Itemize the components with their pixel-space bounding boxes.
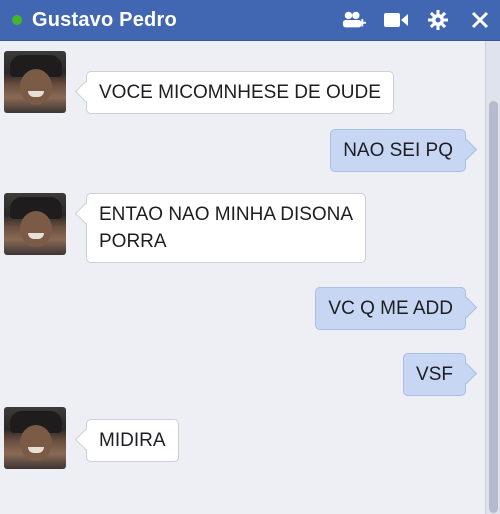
message-list[interactable]: VOCE MICOMNHESE DE OUDE NAO SEI PQ ENTAO… xyxy=(0,41,486,514)
contact-name[interactable]: Gustavo Pedro xyxy=(32,9,177,32)
message-bubble[interactable]: NAO SEI PQ xyxy=(330,129,466,172)
message-text: VOCE MICOMNHESE DE OUDE xyxy=(99,82,381,103)
message-text: MIDIRA xyxy=(99,430,166,451)
chat-window: Gustavo Pedro VOCE MICOMNHESE DE OUDE NA… xyxy=(0,0,500,514)
message-bubble[interactable]: VSF xyxy=(403,353,466,396)
video-call-icon[interactable] xyxy=(384,8,408,32)
avatar[interactable] xyxy=(4,193,66,255)
message-text-line: ENTAO NAO MINHA DISONA xyxy=(99,204,354,225)
online-status-dot xyxy=(12,15,22,25)
header-actions xyxy=(342,0,492,40)
message-text: VSF xyxy=(416,364,453,385)
message-row-outgoing: VSF xyxy=(403,353,466,396)
message-text: NAO SEI PQ xyxy=(343,140,453,161)
message-row-outgoing: NAO SEI PQ xyxy=(330,129,466,172)
message-text-line: PORRA xyxy=(99,231,167,252)
settings-gear-icon[interactable] xyxy=(426,8,450,32)
message-row-incoming: ENTAO NAO MINHA DISONA PORRA xyxy=(4,193,367,263)
close-icon[interactable] xyxy=(468,8,492,32)
chat-header[interactable]: Gustavo Pedro xyxy=(0,0,500,41)
scrollbar-thumb[interactable] xyxy=(489,101,498,513)
message-row-incoming: MIDIRA xyxy=(4,407,179,469)
message-bubble[interactable]: ENTAO NAO MINHA DISONA PORRA xyxy=(86,193,367,263)
message-bubble[interactable]: VOCE MICOMNHESE DE OUDE xyxy=(86,71,394,114)
add-friends-icon[interactable] xyxy=(342,8,366,32)
message-row-incoming: VOCE MICOMNHESE DE OUDE xyxy=(4,51,394,114)
avatar[interactable] xyxy=(4,407,66,469)
message-bubble[interactable]: MIDIRA xyxy=(86,419,179,462)
message-row-outgoing: VC Q ME ADD xyxy=(315,287,466,330)
message-text: VC Q ME ADD xyxy=(328,298,453,319)
avatar[interactable] xyxy=(4,51,66,113)
message-bubble[interactable]: VC Q ME ADD xyxy=(315,287,466,330)
scrollbar[interactable] xyxy=(485,41,500,514)
